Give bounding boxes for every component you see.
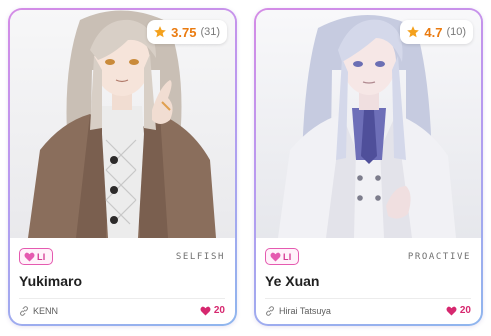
- creator-link[interactable]: Hirai Tatsuya: [265, 306, 331, 316]
- star-icon: [154, 26, 166, 38]
- badge-label: LI: [37, 251, 46, 262]
- like-count: 20: [459, 305, 471, 316]
- li-badge: LI: [265, 248, 299, 265]
- rating-count: (10): [446, 26, 466, 38]
- link-icon: [265, 306, 275, 316]
- like-count: 20: [213, 305, 225, 316]
- link-icon: [19, 306, 29, 316]
- divider: [265, 298, 471, 299]
- like-count-group[interactable]: 20: [200, 305, 225, 316]
- creator-link[interactable]: KENN: [19, 306, 58, 316]
- heart-icon: [24, 252, 35, 262]
- character-portrait: [256, 10, 481, 238]
- rating-score: 4.7: [424, 24, 443, 40]
- rating-score: 3.75: [171, 24, 197, 40]
- rating-badge: 3.75 (31): [147, 20, 227, 44]
- character-name[interactable]: Yukimaro: [19, 273, 82, 289]
- personality-trait: SELFISH: [175, 252, 225, 262]
- creator-name: KENN: [33, 306, 59, 316]
- heart-icon: [270, 252, 281, 262]
- badge-label: LI: [283, 251, 292, 262]
- character-card-yukimaro[interactable]: 3.75 (31) LI SELFISH Yukimaro KENN 20: [8, 8, 237, 326]
- li-badge: LI: [19, 248, 53, 265]
- divider: [19, 298, 225, 299]
- character-name[interactable]: Ye Xuan: [265, 273, 319, 289]
- rating-count: (31): [200, 26, 220, 38]
- heart-icon: [446, 306, 457, 316]
- heart-icon: [200, 306, 211, 316]
- character-portrait: [10, 10, 235, 238]
- like-count-group[interactable]: 20: [446, 305, 471, 316]
- creator-name: Hirai Tatsuya: [279, 306, 331, 316]
- character-card-ye-xuan[interactable]: 4.7 (10) LI PROACTIVE Ye Xuan Hirai Tats…: [254, 8, 483, 326]
- personality-trait: PROACTIVE: [407, 252, 471, 262]
- star-icon: [407, 26, 420, 38]
- rating-badge: 4.7 (10): [400, 20, 473, 44]
